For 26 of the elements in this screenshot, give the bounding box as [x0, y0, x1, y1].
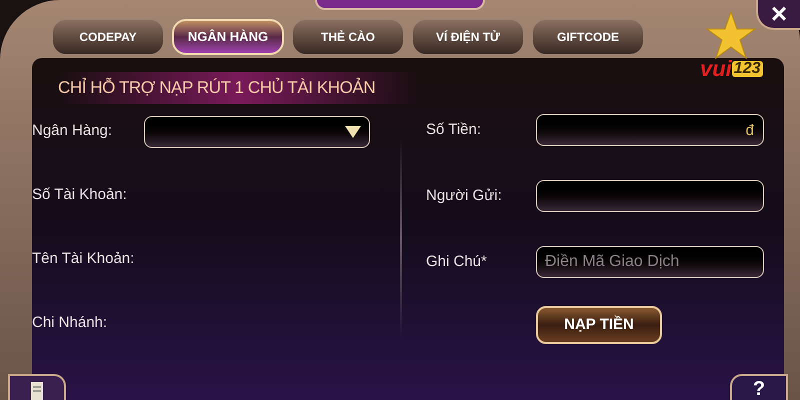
tab[interactable]: CODEPAY — [52, 19, 164, 55]
history-button[interactable] — [8, 374, 66, 400]
field-label: Người Gửi: — [426, 186, 503, 206]
dropdown-arrow-icon — [345, 126, 361, 138]
tab[interactable]: VÍ ĐIỆN TỬ — [412, 19, 524, 55]
deposit-button[interactable]: NẠP TIỀN — [536, 306, 662, 344]
star-icon — [705, 10, 758, 60]
field-label: Chi Nhánh: — [32, 313, 108, 334]
field-label: Ghi Chú* — [426, 252, 488, 272]
field-label: Số Tài Khoản: — [32, 185, 128, 206]
input-field[interactable] — [536, 180, 764, 212]
logo-number: 123 — [732, 61, 762, 77]
close-button[interactable]: × — [756, 0, 800, 30]
tab[interactable]: THẺ CÀO — [292, 19, 404, 55]
currency-symbol: đ — [746, 121, 754, 141]
scroll-icon — [28, 380, 46, 400]
tab[interactable]: GIFTCODE — [532, 19, 644, 55]
bank-dropdown[interactable] — [144, 116, 370, 148]
help-button[interactable]: ? — [730, 374, 788, 400]
input-field[interactable]: Điền Mã Giao Dịch — [536, 246, 764, 278]
tab[interactable]: NGÂN HÀNG — [172, 19, 284, 55]
input-field[interactable] — [536, 114, 764, 146]
field-label: Số Tiền: — [426, 120, 482, 140]
field-label: Ngân Hàng: — [32, 121, 114, 142]
logo-text: vui — [700, 58, 732, 80]
field-label: Tên Tài Khoản: — [32, 249, 136, 270]
